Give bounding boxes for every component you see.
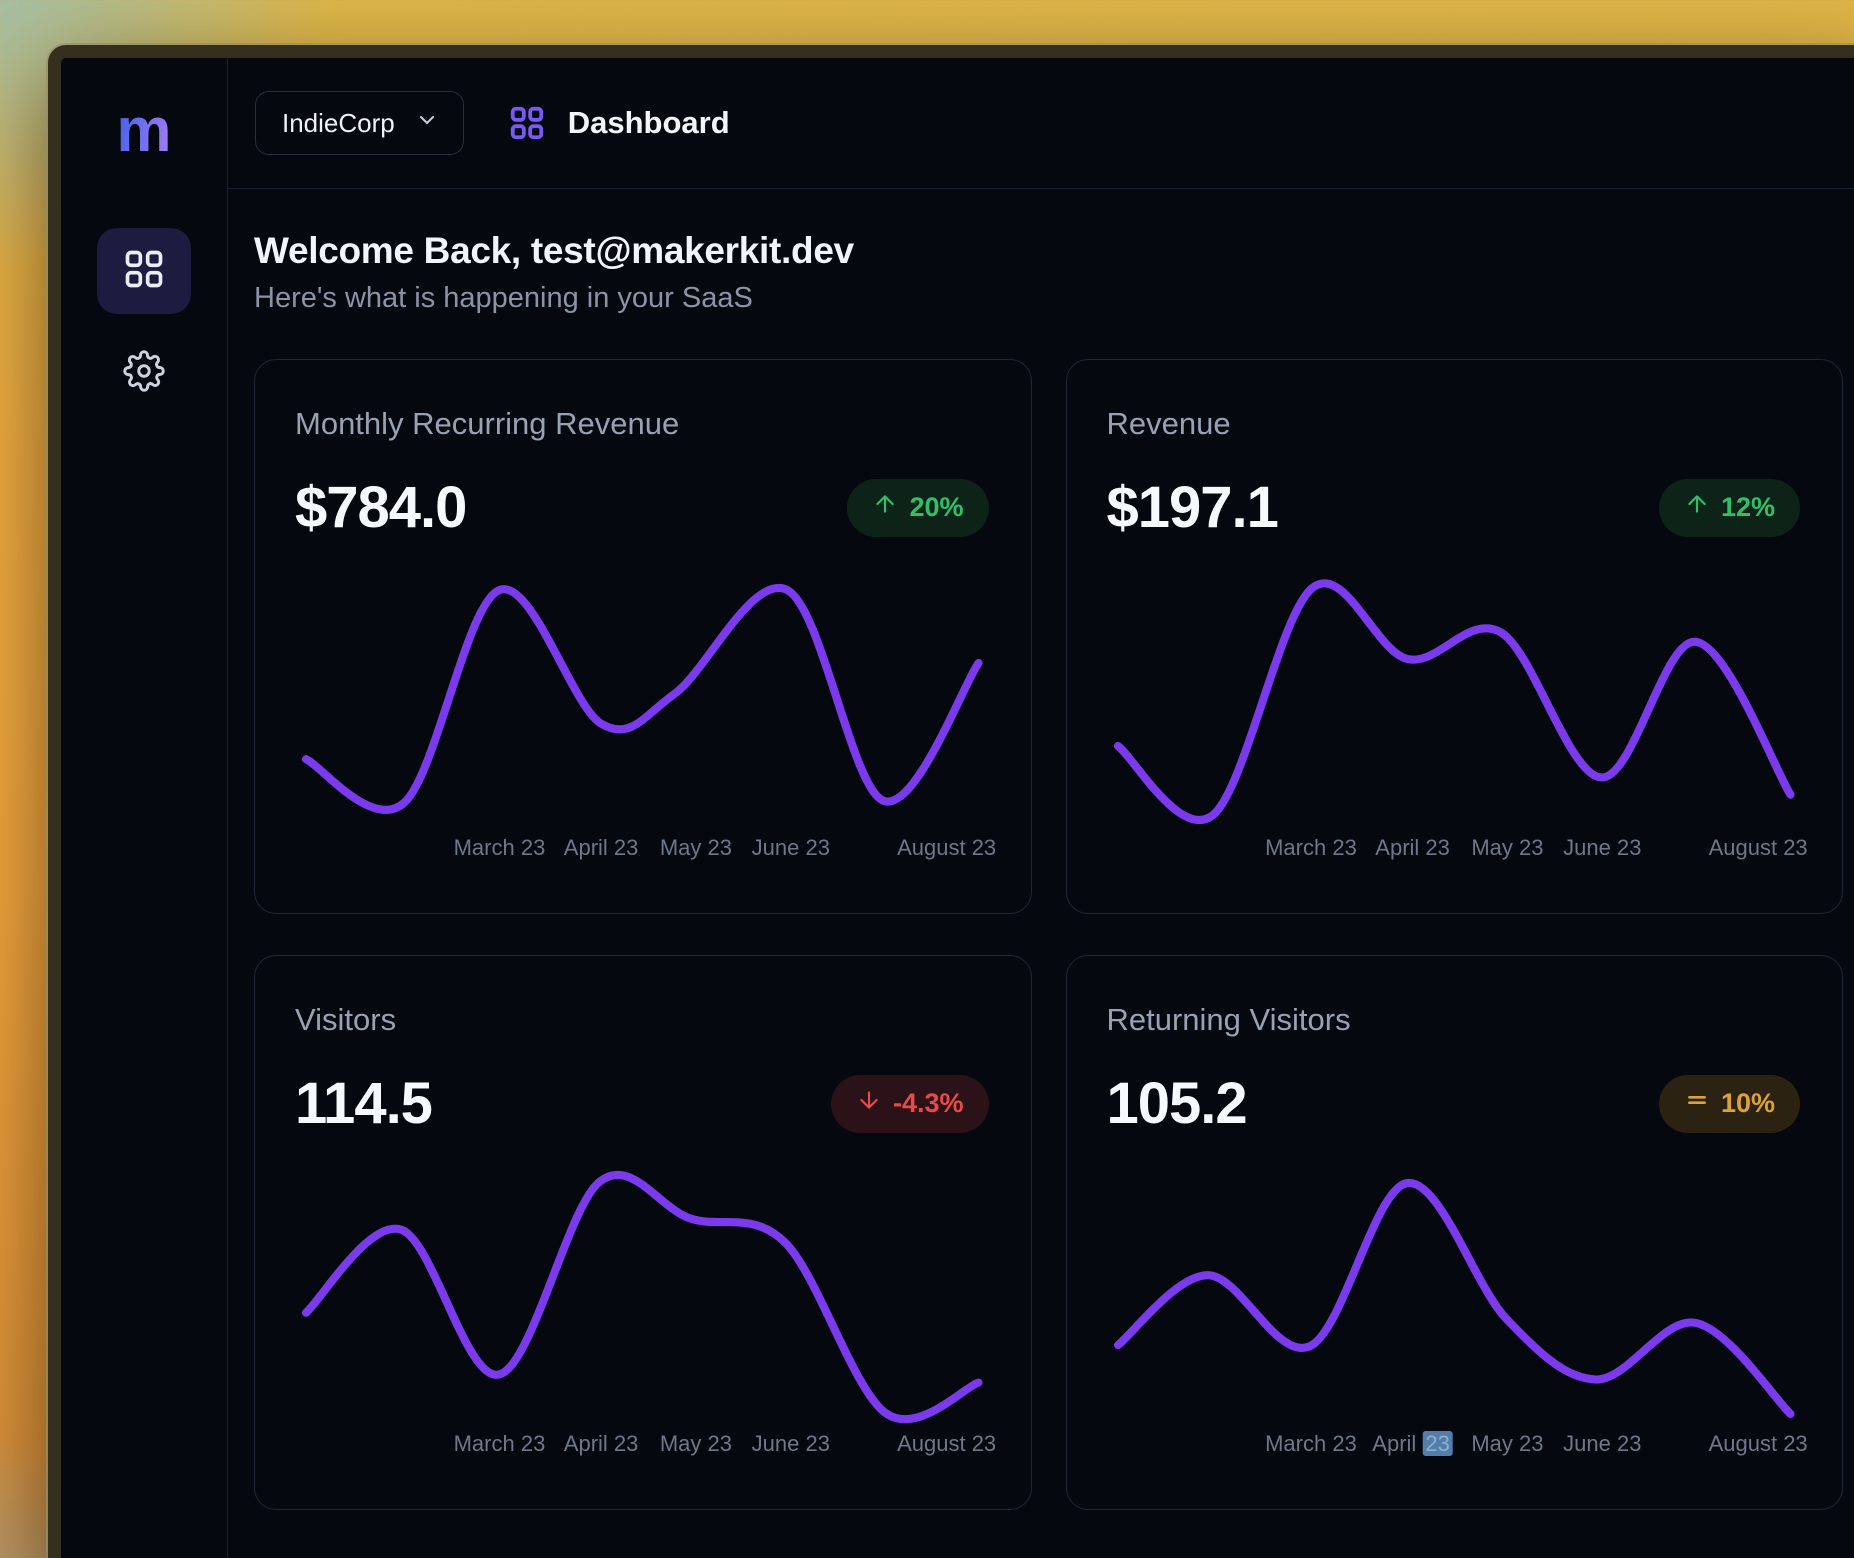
arrow-down-icon <box>856 1087 882 1120</box>
card-value-row: $784.0 20% <box>295 474 989 541</box>
welcome-subtitle: Here's what is happening in your SaaS <box>254 282 1843 315</box>
stat-card: Returning Visitors 105.2 10% March 23 Apr… <box>1066 955 1844 1510</box>
makerkit-logo: m <box>116 100 171 162</box>
card-value: $197.1 <box>1107 474 1278 541</box>
x-axis-tick: May 23 <box>1471 835 1543 861</box>
x-axis-labels: March 23April 23May 23June 23August 23 <box>1115 1431 1793 1459</box>
x-axis-tick: March 23 <box>1265 1431 1357 1457</box>
x-axis-tick: May 23 <box>660 835 732 861</box>
chart-svg <box>1115 1179 1793 1417</box>
x-axis-tick: August 23 <box>897 1431 996 1457</box>
x-axis-tick: June 23 <box>752 835 830 861</box>
cards-grid: Monthly Recurring Revenue $784.0 20% Mar… <box>254 359 1843 1510</box>
x-axis-tick: April 23 <box>564 835 639 861</box>
sidebar-item-dashboard[interactable] <box>97 228 191 314</box>
trend-badge-label: 12% <box>1721 492 1775 523</box>
x-axis-tick: August 23 <box>1709 835 1808 861</box>
equals-icon <box>1684 1087 1710 1120</box>
grid-icon <box>508 104 546 142</box>
line-chart <box>303 583 981 821</box>
card-title: Returning Visitors <box>1107 1002 1801 1038</box>
card-value: 105.2 <box>1107 1070 1247 1137</box>
card-title: Monthly Recurring Revenue <box>295 406 989 442</box>
x-axis-tick: August 23 <box>1709 1431 1808 1457</box>
x-axis-tick: March 23 <box>454 1431 546 1457</box>
chart-svg <box>1115 583 1793 821</box>
chart-svg <box>303 583 981 821</box>
chart-series-line <box>1118 583 1790 820</box>
x-axis-tick: April 23 <box>1372 1431 1453 1457</box>
arrow-up-icon <box>872 491 898 524</box>
trend-badge: 12% <box>1659 479 1800 537</box>
line-chart <box>303 1179 981 1417</box>
card-title: Revenue <box>1107 406 1801 442</box>
chart-series-line <box>306 588 978 810</box>
chart-series-line <box>306 1175 978 1419</box>
card-value-row: 105.2 10% <box>1107 1070 1801 1137</box>
x-axis-tick: May 23 <box>1471 1431 1543 1457</box>
arrow-up-icon <box>1684 491 1710 524</box>
card-value-row: $197.1 12% <box>1107 474 1801 541</box>
main-column: IndieCorp Dashboard Welcome Back, test@m… <box>228 58 1854 1558</box>
line-chart <box>1115 1179 1793 1417</box>
desktop-wallpaper: { "sidebar": { "logo": "m", "nav": [ { "… <box>0 0 1854 1558</box>
x-axis-tick: April 23 <box>1375 835 1450 861</box>
x-axis-tick: June 23 <box>1563 1431 1641 1457</box>
trend-badge-label: 20% <box>909 492 963 523</box>
grid-icon <box>122 247 166 296</box>
line-chart <box>1115 583 1793 821</box>
breadcrumb: Dashboard <box>508 104 730 142</box>
x-axis-tick: June 23 <box>1563 835 1641 861</box>
x-axis-labels: March 23April 23May 23June 23August 23 <box>303 835 981 863</box>
main-content: Welcome Back, test@makerkit.dev Here's w… <box>228 189 1854 1558</box>
x-axis-tick: May 23 <box>660 1431 732 1457</box>
app-window: m IndieCorp <box>48 45 1854 1558</box>
card-value-row: 114.5 -4.3% <box>295 1070 989 1137</box>
sidebar-item-settings[interactable] <box>123 350 165 397</box>
x-axis-labels: March 23April 23May 23June 23August 23 <box>303 1431 981 1459</box>
chart-series-line <box>1118 1183 1790 1414</box>
stat-card: Monthly Recurring Revenue $784.0 20% Mar… <box>254 359 1032 914</box>
trend-badge: -4.3% <box>831 1075 989 1133</box>
x-axis-tick: August 23 <box>897 835 996 861</box>
x-axis-tick: March 23 <box>1265 835 1357 861</box>
chart-svg <box>303 1179 981 1417</box>
trend-badge: 20% <box>847 479 988 537</box>
x-axis-tick: March 23 <box>454 835 546 861</box>
x-axis-tick: June 23 <box>752 1431 830 1457</box>
topbar: IndieCorp Dashboard <box>228 58 1854 189</box>
stat-card: Visitors 114.5 -4.3% March 23 April 23 May… <box>254 955 1032 1510</box>
sidebar: m <box>61 58 228 1558</box>
chevron-down-icon <box>415 108 439 139</box>
trend-badge-label: 10% <box>1721 1088 1775 1119</box>
team-selector-label: IndieCorp <box>282 108 395 139</box>
card-title: Visitors <box>295 1002 989 1038</box>
x-axis-tick: April 23 <box>564 1431 639 1457</box>
stat-card: Revenue $197.1 12% March 23 April 23 May 2… <box>1066 359 1844 914</box>
x-axis-labels: March 23April 23May 23June 23August 23 <box>1115 835 1793 863</box>
gear-icon <box>123 379 165 396</box>
card-value: $784.0 <box>295 474 466 541</box>
welcome-heading: Welcome Back, test@makerkit.dev <box>254 230 1843 272</box>
page-title: Dashboard <box>568 105 730 141</box>
selected-text: 23 <box>1422 1431 1452 1456</box>
team-selector-button[interactable]: IndieCorp <box>255 91 464 155</box>
card-value: 114.5 <box>295 1070 432 1137</box>
trend-badge-label: -4.3% <box>893 1088 964 1119</box>
trend-badge: 10% <box>1659 1075 1800 1133</box>
